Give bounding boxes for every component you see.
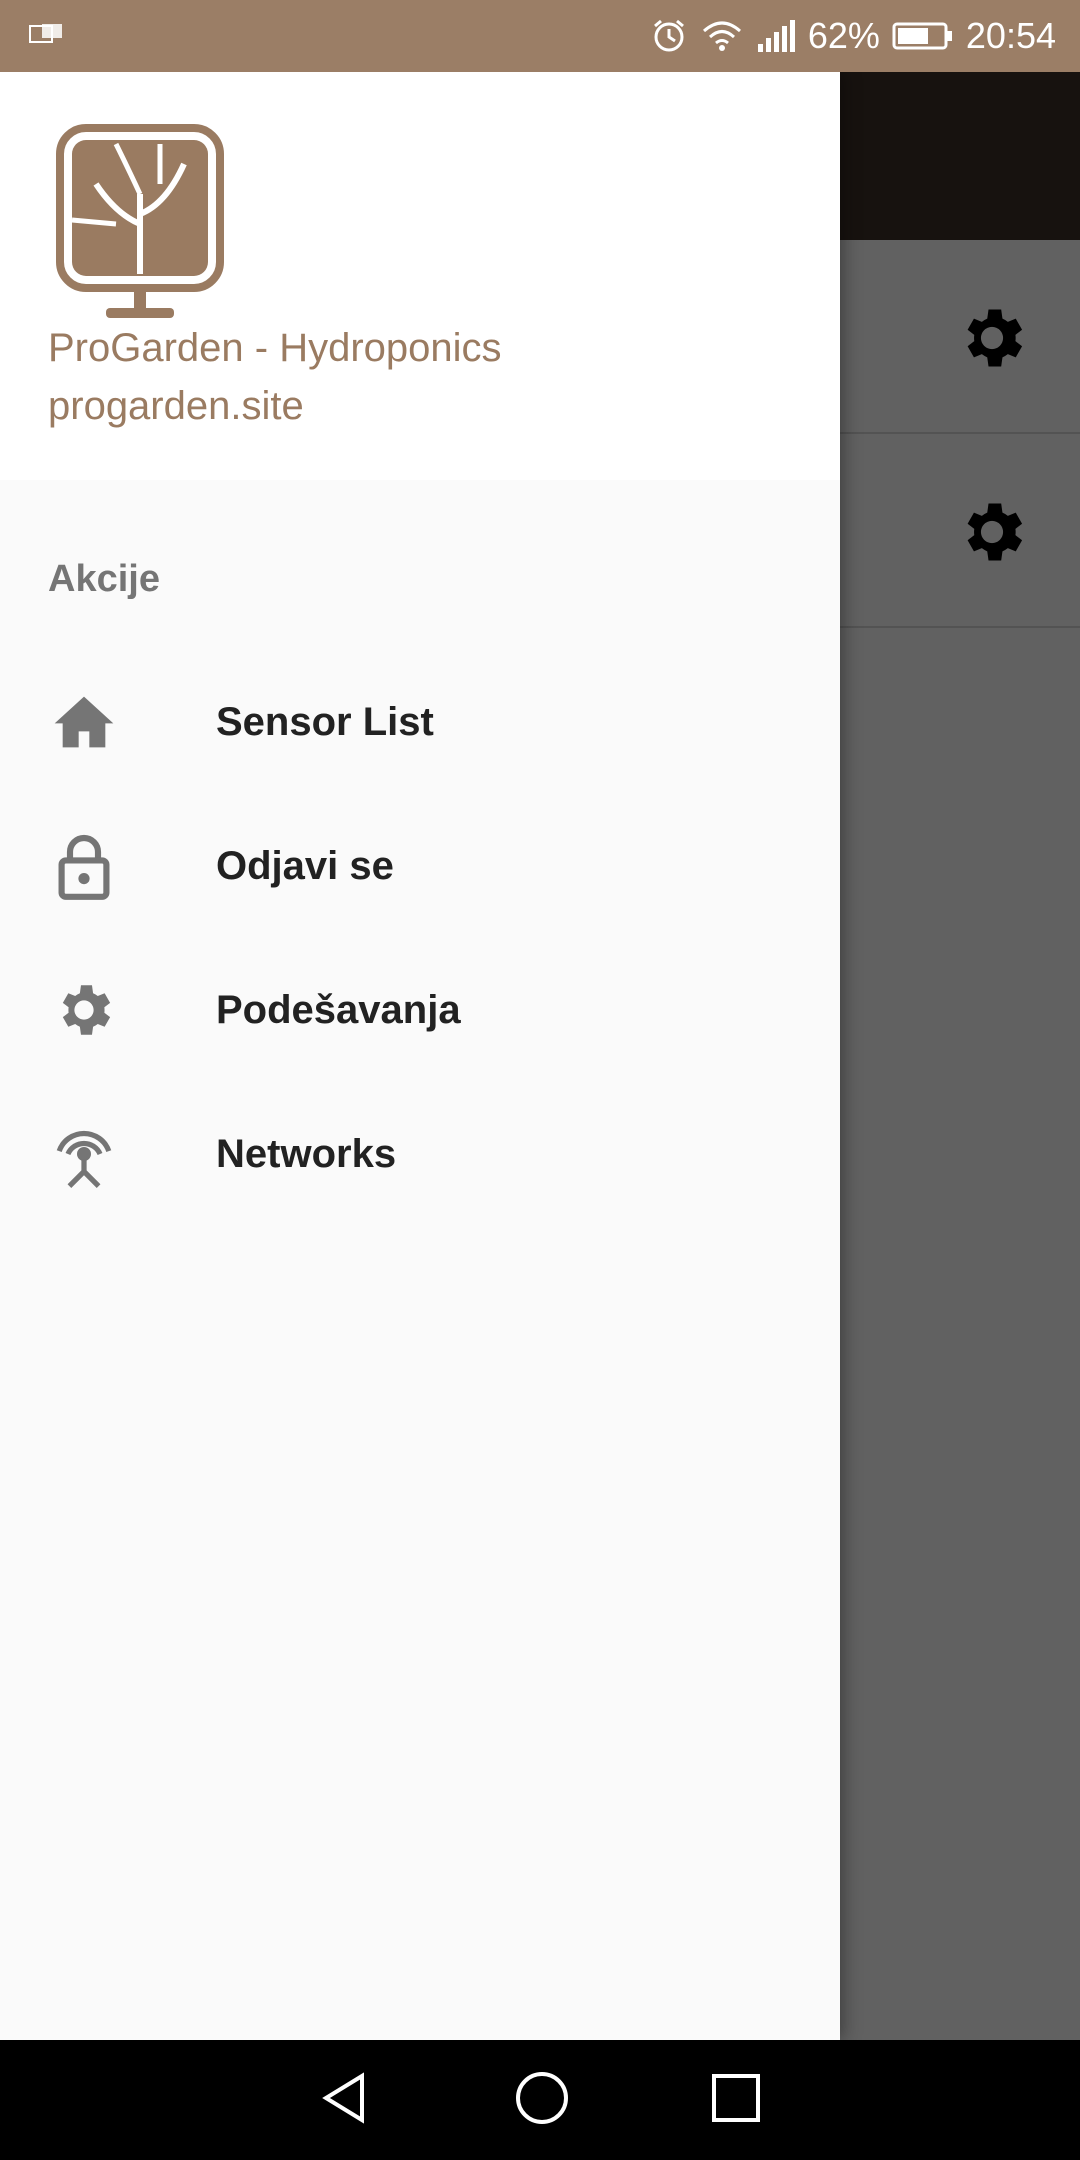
antenna-icon <box>48 1118 120 1190</box>
menu-item-networks[interactable]: Networks <box>0 1082 840 1226</box>
app-name: ProGarden - Hydroponics <box>48 326 502 370</box>
menu-item-label: Odjavi se <box>216 844 394 888</box>
gear-icon <box>48 974 120 1046</box>
system-nav-bar <box>0 2040 1080 2160</box>
menu-item-label: Podešavanja <box>216 988 461 1032</box>
menu-item-label: Sensor List <box>216 700 434 744</box>
status-right: 62% 20:54 <box>650 15 1056 57</box>
navigation-drawer: ProGarden - Hydroponics progarden.site A… <box>0 72 840 2040</box>
signal-icon <box>756 18 796 54</box>
home-icon <box>48 686 120 758</box>
status-bar: 62% 20:54 <box>0 0 1080 72</box>
status-left <box>28 22 66 51</box>
screen: 62% 20:54 ProGarden - Hydroponics progar… <box>0 0 1080 2160</box>
status-time: 20:54 <box>965 15 1056 56</box>
tree-logo-icon <box>56 124 224 320</box>
drawer-header: ProGarden - Hydroponics progarden.site <box>0 72 840 480</box>
home-circle-icon[interactable] <box>514 2070 570 2131</box>
menu-item-label: Networks <box>216 1132 397 1176</box>
battery-icon <box>892 21 954 51</box>
battery-percent: 62% <box>807 15 880 56</box>
lock-icon <box>48 830 120 902</box>
app-site: progarden.site <box>48 384 304 428</box>
menu-item-logout[interactable]: Odjavi se <box>0 794 840 938</box>
section-title: Akcije <box>48 558 160 600</box>
drawer-menu: Sensor List Odjavi se Podešavanja Networ… <box>0 650 840 1226</box>
alarm-icon <box>650 17 688 55</box>
menu-item-sensor-list[interactable]: Sensor List <box>0 650 840 794</box>
recents-icon[interactable] <box>710 2072 762 2129</box>
notification-icon <box>28 22 66 51</box>
wifi-icon <box>700 17 744 55</box>
back-icon[interactable] <box>318 2070 374 2131</box>
menu-item-settings[interactable]: Podešavanja <box>0 938 840 1082</box>
